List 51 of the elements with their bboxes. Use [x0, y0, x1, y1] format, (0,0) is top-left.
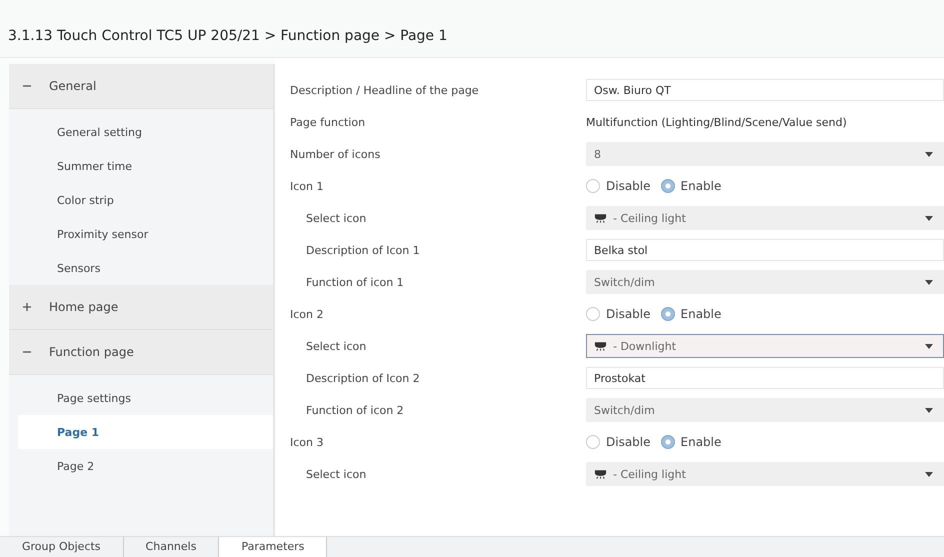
dropdown[interactable]: Switch/dim — [586, 398, 944, 422]
radio-button[interactable]: Disable — [586, 307, 651, 321]
radio-button[interactable]: Disable — [586, 179, 651, 193]
tree-item[interactable]: Summer time — [9, 149, 273, 183]
tree-item[interactable]: Proximity sensor — [9, 217, 273, 251]
tab[interactable]: Parameters — [219, 537, 328, 557]
tree-item[interactable]: Color strip — [9, 183, 273, 217]
radio-button[interactable]: Enable — [660, 435, 722, 449]
tree-item[interactable]: Page 2 — [9, 449, 273, 483]
dropdown[interactable]: - Ceiling light — [586, 462, 944, 486]
dropdown[interactable]: Switch/dim — [586, 270, 944, 294]
parameter-label: Description of Icon 2 — [305, 372, 421, 384]
tree-item[interactable]: Sensors — [9, 251, 273, 285]
parameter-label: Description of Icon 1 — [305, 244, 421, 256]
tree-group[interactable]: Home page — [9, 285, 273, 330]
lamp-icon — [594, 341, 607, 351]
parameter-label: Icon 1 — [290, 180, 324, 192]
caret-icon — [925, 280, 933, 284]
dropdown[interactable]: 8 — [586, 142, 944, 166]
text-field[interactable]: Osw. Biuro QT — [586, 79, 944, 101]
radio-button[interactable]: Enable — [660, 307, 722, 321]
parameter-label: Icon 2 — [290, 308, 324, 320]
parameter-label: Function of icon 1 — [305, 276, 405, 288]
parameter-label: Select icon — [305, 468, 368, 480]
parameter-label: Description / Headline of the page — [290, 84, 480, 96]
parameter-value: Multifunction (Lighting/Blind/Scene/Value send) — [586, 116, 847, 128]
tree-group[interactable]: General — [9, 64, 273, 109]
radio-button[interactable]: Disable — [586, 435, 651, 449]
parameter-label: Page function — [290, 116, 366, 128]
parameter-label: Icon 3 — [290, 436, 324, 448]
dropdown[interactable]: - Ceiling light — [586, 206, 944, 230]
radio-button[interactable]: Enable — [660, 179, 722, 193]
dropdown[interactable]: - Downlight — [586, 334, 944, 358]
text-field[interactable]: Prostokat — [586, 367, 944, 389]
parameter-label: Function of icon 2 — [305, 404, 405, 416]
parameter-label: Select icon — [305, 212, 368, 224]
lamp-icon — [594, 469, 607, 479]
lamp-icon — [594, 213, 607, 223]
caret-icon — [925, 408, 933, 412]
caret-icon — [925, 344, 933, 348]
caret-icon — [925, 216, 933, 220]
parameter-label: Number of icons — [290, 148, 382, 160]
text-field[interactable]: Belka stol — [586, 239, 944, 261]
tree-item[interactable]: Page settings — [9, 381, 273, 415]
tree-group[interactable]: Function page — [9, 330, 273, 375]
tree-item[interactable]: General setting — [9, 115, 273, 149]
tab[interactable]: Group Objects — [0, 537, 124, 557]
caret-icon — [925, 152, 933, 156]
tree-item[interactable]: Page 1 — [18, 415, 273, 449]
caret-icon — [925, 472, 933, 476]
parameter-label: Select icon — [305, 340, 368, 352]
